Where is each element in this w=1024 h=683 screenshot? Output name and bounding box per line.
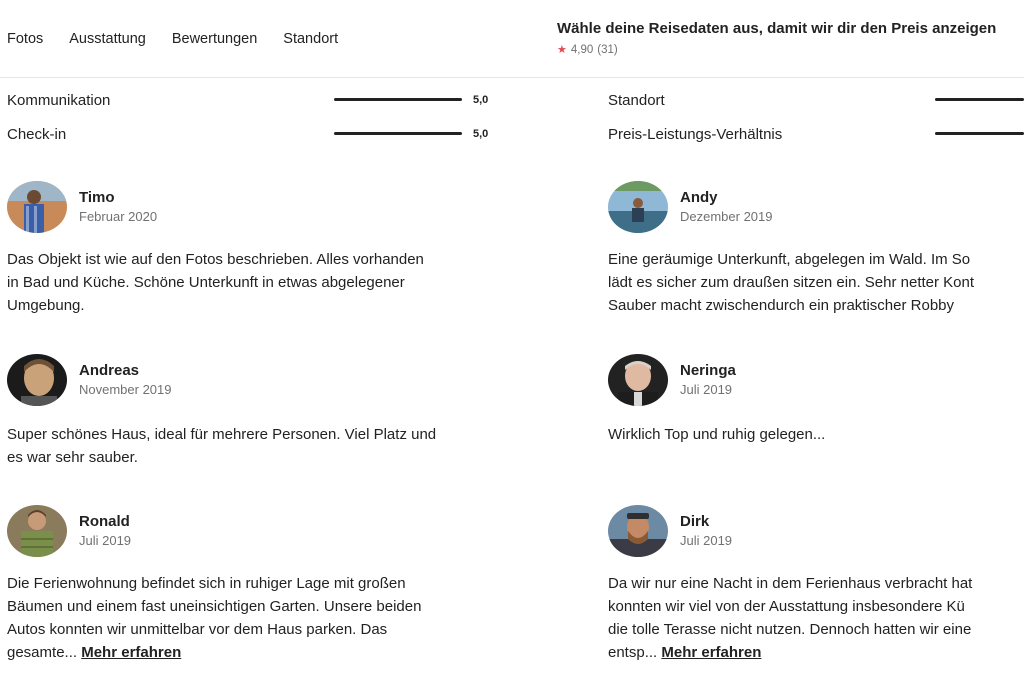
review-date: November 2019 xyxy=(79,382,172,397)
review-date: Februar 2020 xyxy=(79,209,158,224)
rating-value: 4,90 xyxy=(570,44,594,56)
review-line: Super schönes Haus, ideal für mehrere Pe… xyxy=(7,426,437,443)
review-line-text: gesamte... xyxy=(7,644,78,661)
reviewer-name: Neringa xyxy=(680,362,736,379)
category-label: Kommunikation xyxy=(7,91,111,109)
review-text: Das Objekt ist wie auf den Fotos beschri… xyxy=(7,248,499,317)
review-line: die tolle Terasse nicht nutzen. Dennoch … xyxy=(608,621,972,638)
review-line: entsp... Mehr erfahren xyxy=(608,641,1024,664)
category-score: 5,0 xyxy=(473,94,489,106)
review-line: in Bad und Küche. Schöne Unterkunft in e… xyxy=(7,274,405,291)
section-nav: Fotos Ausstattung Bewertungen Standort xyxy=(7,31,364,47)
avatar[interactable] xyxy=(7,354,67,406)
review-date: Juli 2019 xyxy=(680,533,733,548)
reviews-right-column: Andy Dezember 2019 Eine geräumige Unterk… xyxy=(600,79,1024,683)
review-line: gesamte... Mehr erfahren xyxy=(7,641,499,664)
reviewer-name: Dirk xyxy=(680,513,710,530)
review-line: Da wir nur eine Nacht in dem Ferienhaus … xyxy=(608,575,973,592)
review-line: Die Ferienwohnung befindet sich in ruhig… xyxy=(7,575,406,592)
review-line: konnten wir viel von der Ausstattung ins… xyxy=(608,598,965,615)
category-checkin: Check-in xyxy=(7,124,66,144)
avatar[interactable] xyxy=(608,505,668,557)
avatar[interactable] xyxy=(608,354,668,406)
nav-link-bewertungen[interactable]: Bewertungen xyxy=(172,31,257,47)
review-line: lädt es sicher zum draußen sitzen ein. S… xyxy=(608,274,975,291)
avatar[interactable] xyxy=(7,505,67,557)
sticky-header: Fotos Ausstattung Bewertungen Standort W… xyxy=(0,0,1024,78)
category-bar xyxy=(334,132,462,135)
review-line: Sauber macht zwischendurch ein praktisch… xyxy=(608,297,955,314)
nav-link-ausstattung[interactable]: Ausstattung xyxy=(69,31,146,47)
rating-count: (31) xyxy=(597,44,618,56)
review-text: Die Ferienwohnung befindet sich in ruhig… xyxy=(7,572,499,664)
reviewer-name: Ronald xyxy=(79,513,130,530)
category-score: 5,0 xyxy=(473,128,489,140)
review-line-text: entsp... xyxy=(608,644,658,661)
avatar[interactable] xyxy=(7,181,67,233)
review-line: Eine geräumige Unterkunft, abgelegen im … xyxy=(608,251,971,268)
review-date: Juli 2019 xyxy=(680,382,733,397)
review-text: Eine geräumige Unterkunft, abgelegen im … xyxy=(608,248,1024,317)
category-label: Check-in xyxy=(7,125,67,143)
nav-link-standort[interactable]: Standort xyxy=(283,31,338,47)
read-more-link[interactable]: Mehr erfahren xyxy=(81,644,181,661)
review-line: Wirklich Top und ruhig gelegen... xyxy=(608,426,826,443)
category-kommunikation: Kommunikation xyxy=(7,90,110,110)
reviewer-name: Timo xyxy=(79,189,115,206)
category-bar xyxy=(334,98,462,101)
review-text: Da wir nur eine Nacht in dem Ferienhaus … xyxy=(608,572,1024,664)
reviewer-name: Andreas xyxy=(79,362,140,379)
review-line: Umgebung. xyxy=(7,297,85,314)
review-line: Autos konnten wir unmittelbar vor dem Ha… xyxy=(7,621,388,638)
review-date: Dezember 2019 xyxy=(680,209,773,224)
review-text: Super schönes Haus, ideal für mehrere Pe… xyxy=(7,423,499,469)
review-line: es war sehr sauber. xyxy=(7,449,138,466)
review-line: Bäumen und einem fast uneinsichtigen Gar… xyxy=(7,598,422,615)
review-date: Juli 2019 xyxy=(79,533,132,548)
star-icon: ★ xyxy=(557,43,567,56)
rating-summary[interactable]: ★ 4,90 (31) xyxy=(557,44,618,56)
dates-prompt: Wähle deine Reisedaten aus, damit wir di… xyxy=(557,20,997,37)
nav-link-fotos[interactable]: Fotos xyxy=(7,31,43,47)
review-text: Wirklich Top und ruhig gelegen... xyxy=(608,423,1024,446)
avatar[interactable] xyxy=(608,181,668,233)
review-line: Das Objekt ist wie auf den Fotos beschri… xyxy=(7,251,424,268)
reviewer-name: Andy xyxy=(680,189,718,206)
read-more-link[interactable]: Mehr erfahren xyxy=(661,644,761,661)
